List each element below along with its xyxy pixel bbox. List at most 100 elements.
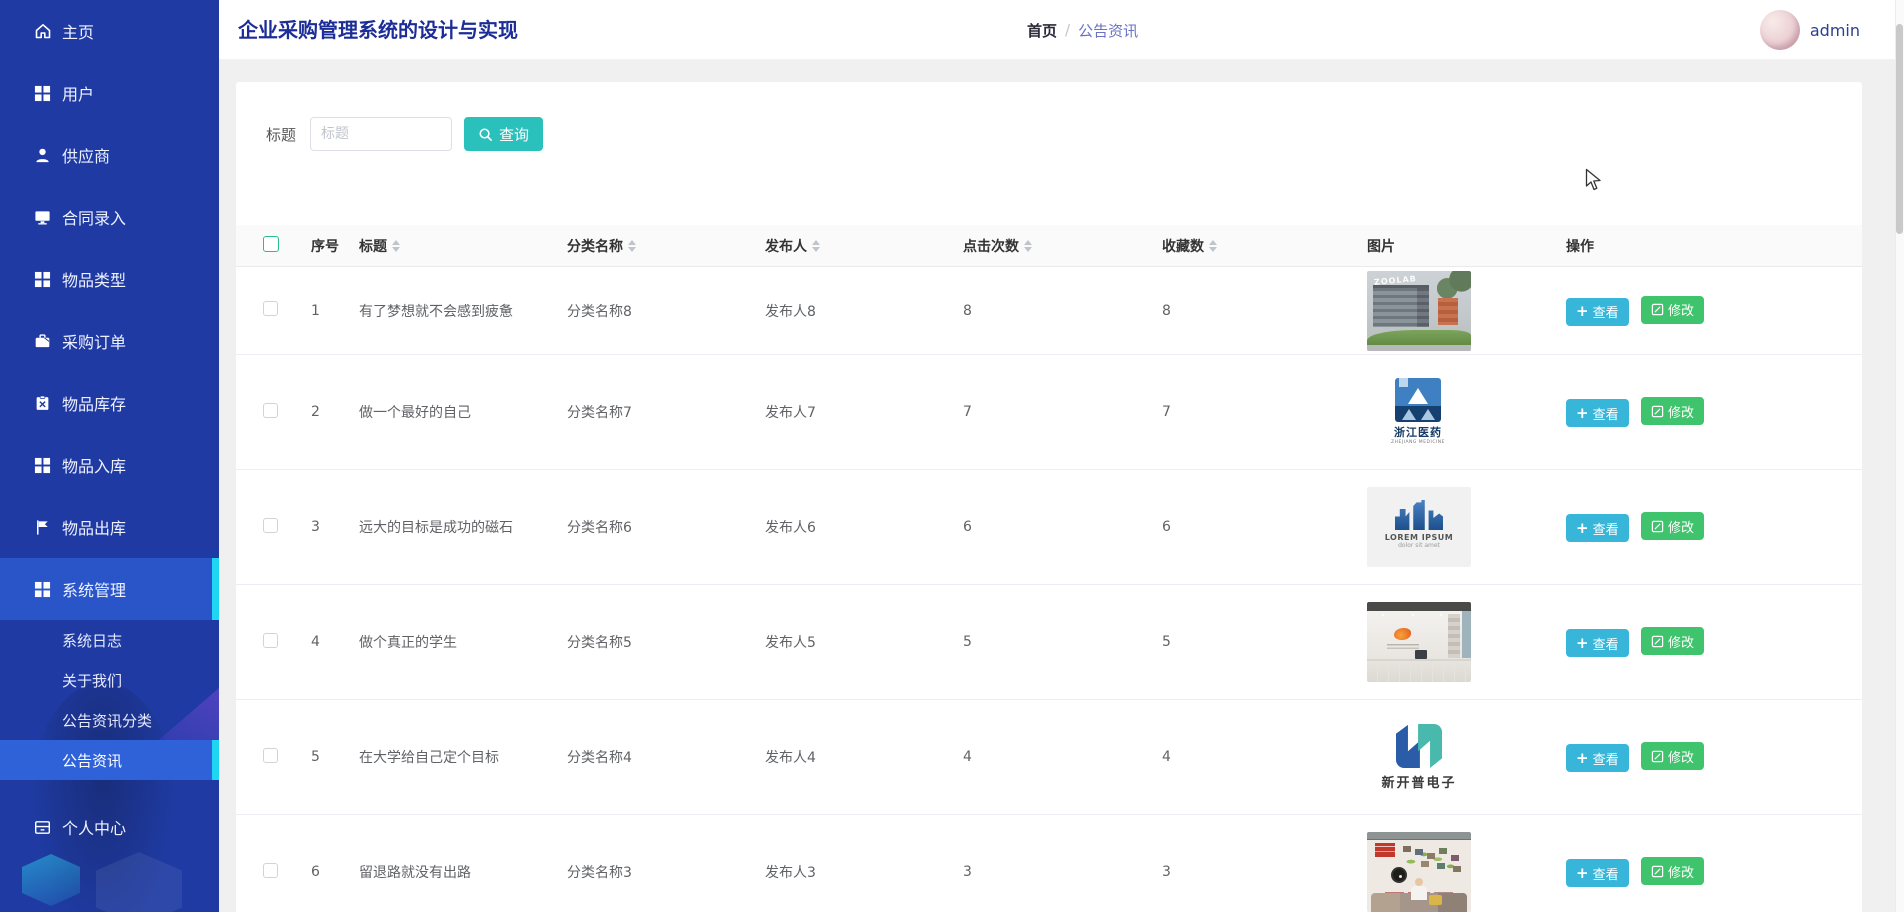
sidebar-item-item-types[interactable]: 物品类型 (0, 248, 219, 310)
avatar[interactable] (1760, 10, 1800, 50)
table-row: 6 留退路就没有出路 分类名称3 发布人3 3 3 (236, 815, 1862, 912)
breadcrumb-home-link[interactable]: 首页 (1027, 20, 1057, 41)
cell-category: 分类名称8 (567, 301, 765, 321)
cell-no: 2 (311, 404, 359, 420)
cell-favorites: 5 (1162, 634, 1367, 650)
art-fragment (1375, 843, 1395, 857)
edit-button[interactable]: 修改 (1641, 397, 1704, 425)
briefcase-icon (33, 332, 52, 351)
sidebar-item-purchase-orders[interactable]: 采购订单 (0, 310, 219, 372)
monitor-icon (33, 208, 52, 227)
window-icon (33, 818, 52, 837)
user-menu[interactable]: admin (1760, 0, 1860, 60)
sidebar-item-label: 主页 (62, 19, 94, 43)
sidebar-item-outbound[interactable]: 物品出库 (0, 496, 219, 558)
view-button[interactable]: +查看 (1566, 399, 1629, 427)
art-fragment (1387, 644, 1419, 649)
row-checkbox[interactable] (263, 518, 278, 533)
search-input[interactable] (310, 117, 452, 151)
edit-button[interactable]: 修改 (1641, 512, 1704, 540)
logo-subtext: dolor sit amet (1367, 542, 1471, 549)
sort-caret[interactable] (628, 240, 636, 252)
art-fragment (1437, 271, 1471, 299)
cell-category: 分类名称7 (567, 402, 765, 422)
sidebar-submenu: 系统日志 关于我们 公告资讯分类 公告资讯 (0, 620, 219, 780)
sort-caret[interactable] (392, 240, 400, 252)
search-bar: 标题 查询 (266, 116, 1862, 152)
art-fragment (1403, 846, 1411, 852)
announcement-image-zhejiang-medicine-logo: 浙江医药 ZHEJIANG MEDICINE (1383, 372, 1453, 452)
sidebar-item-users[interactable]: 用户 (0, 62, 219, 124)
row-checkbox[interactable] (263, 403, 278, 418)
sort-caret[interactable] (812, 240, 820, 252)
cell-category: 分类名称5 (567, 632, 765, 652)
row-checkbox[interactable] (263, 301, 278, 316)
edit-button[interactable]: 修改 (1641, 742, 1704, 770)
sidebar-item-label: 物品入库 (62, 453, 126, 477)
select-all-checkbox[interactable] (263, 236, 279, 252)
vertical-scrollbar[interactable] (1895, 0, 1904, 912)
logo-text: LOREM IPSUM (1367, 533, 1471, 542)
art-fragment (1367, 330, 1471, 345)
sidebar-item-home[interactable]: 主页 (0, 0, 219, 62)
plus-icon: + (1576, 521, 1589, 536)
edit-button[interactable]: 修改 (1641, 627, 1704, 655)
sort-caret[interactable] (1024, 240, 1032, 252)
sidebar-item-contract-entry[interactable]: 合同录入 (0, 186, 219, 248)
cell-clicks: 4 (963, 749, 1162, 765)
breadcrumb-current: 公告资讯 (1078, 20, 1138, 41)
row-checkbox[interactable] (263, 863, 278, 878)
row-checkbox[interactable] (263, 748, 278, 763)
table-row: 5 在大学给自己定个目标 分类名称4 发布人4 4 4 新开普电子 +查看 修改 (236, 700, 1862, 815)
view-button[interactable]: +查看 (1566, 744, 1629, 772)
art-fragment (1448, 614, 1460, 658)
sidebar-item-inbound[interactable]: 物品入库 (0, 434, 219, 496)
sidebar-decor-cube-cyan (22, 854, 80, 906)
cell-title: 做个真正的学生 (359, 632, 567, 652)
sidebar-item-personal-center[interactable]: 个人中心 (0, 796, 219, 858)
art-fragment (1367, 832, 1471, 840)
sidebar-item-inventory[interactable]: 物品库存 (0, 372, 219, 434)
announcements-table: 序号 标题 分类名称 发布人 点击次数 收藏数 图片 操作 1 有了梦想就不会感… (236, 225, 1862, 912)
grid-icon (33, 84, 52, 103)
cell-title: 在大学给自己定个目标 (359, 747, 567, 767)
logo-text: 浙江医药 (1394, 424, 1442, 440)
cell-actions: +查看 修改 (1566, 512, 1862, 542)
art-fragment (1411, 878, 1427, 900)
edit-button[interactable]: 修改 (1641, 296, 1704, 324)
art-fragment (1438, 298, 1458, 325)
view-button[interactable]: +查看 (1566, 859, 1629, 887)
edit-icon (1651, 405, 1664, 418)
announcement-image-photo-wall (1367, 832, 1471, 912)
sidebar-item-label: 合同录入 (62, 205, 126, 229)
cell-title: 远大的目标是成功的磁石 (359, 517, 567, 537)
sidebar-item-system-management[interactable]: 系统管理 (0, 558, 219, 620)
cell-no: 5 (311, 749, 359, 765)
row-checkbox[interactable] (263, 633, 278, 648)
sidebar-item-suppliers[interactable]: 供应商 (0, 124, 219, 186)
edit-icon (1651, 750, 1664, 763)
cell-actions: +查看 修改 (1566, 296, 1862, 326)
art-fragment (1395, 378, 1441, 422)
view-button[interactable]: +查看 (1566, 514, 1629, 542)
sort-caret[interactable] (1209, 240, 1217, 252)
sidebar: 主页 用户 供应商 合同录入 物品类型 采购订单 物品库存 物品入库 (0, 0, 219, 912)
cell-clicks: 8 (963, 303, 1162, 319)
search-button[interactable]: 查询 (464, 117, 543, 151)
art-fragment (1394, 628, 1411, 640)
submenu-item-announcements[interactable]: 公告资讯 (0, 740, 219, 780)
cell-publisher: 发布人8 (765, 301, 963, 321)
logo-text: 新开普电子 (1381, 772, 1456, 791)
edit-icon (1651, 635, 1664, 648)
submenu-item-system-logs[interactable]: 系统日志 (0, 620, 219, 660)
scrollbar-thumb[interactable] (1896, 24, 1903, 234)
view-button[interactable]: +查看 (1566, 298, 1629, 326)
page-title: 企业采购管理系统的设计与实现 (238, 0, 518, 60)
submenu-item-announcement-categories[interactable]: 公告资讯分类 (0, 700, 219, 740)
content-area: 标题 查询 序号 标题 分类名称 发布人 点击次数 收藏数 图片 操作 (219, 60, 1904, 912)
submenu-item-about-us[interactable]: 关于我们 (0, 660, 219, 700)
view-button[interactable]: +查看 (1566, 629, 1629, 657)
edit-button[interactable]: 修改 (1641, 857, 1704, 885)
table-header-row: 序号 标题 分类名称 发布人 点击次数 收藏数 图片 操作 (236, 225, 1862, 267)
table-row: 2 做一个最好的自己 分类名称7 发布人7 7 7 浙江医药 ZHEJIANG … (236, 355, 1862, 470)
